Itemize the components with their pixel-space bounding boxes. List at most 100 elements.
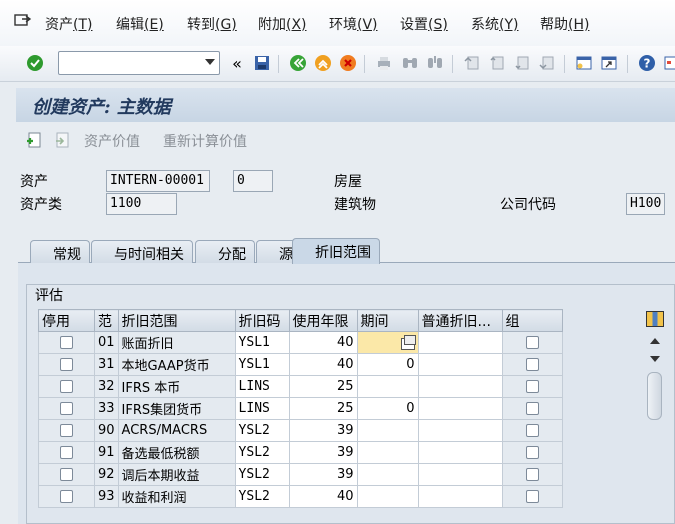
useful-life-field[interactable]: 40: [288, 485, 358, 508]
create-session-icon[interactable]: [574, 53, 594, 73]
value-help-icon[interactable]: [400, 334, 416, 350]
deactivate-checkbox[interactable]: [60, 380, 73, 393]
deactivate-checkbox[interactable]: [60, 402, 73, 415]
deactivate-checkbox[interactable]: [60, 468, 73, 481]
next-page-icon[interactable]: [512, 53, 532, 73]
tab-allocations[interactable]: 分配: [195, 240, 255, 263]
ord-dep-start-field[interactable]: [417, 441, 503, 464]
useful-life-field[interactable]: 39: [288, 463, 358, 486]
history-icon[interactable]: «: [227, 53, 247, 73]
dep-key-field[interactable]: YSL1: [234, 331, 290, 354]
period-field[interactable]: 0: [356, 397, 419, 420]
menu-edit[interactable]: 编辑(E): [116, 14, 164, 34]
first-page-icon[interactable]: [462, 53, 482, 73]
dep-key-field[interactable]: LINS: [234, 397, 290, 420]
find-next-icon[interactable]: [425, 53, 445, 73]
asset-class-field[interactable]: 1100: [106, 193, 177, 215]
column-header[interactable]: 期间: [356, 309, 419, 332]
system-menu-icon[interactable]: [14, 14, 32, 28]
menu-settings[interactable]: 设置(S): [400, 14, 448, 34]
menu-extras[interactable]: 附加(X): [258, 14, 307, 34]
tab-time-dependent[interactable]: 与时间相关: [91, 240, 193, 263]
group-checkbox[interactable]: [525, 424, 539, 437]
group-checkbox[interactable]: [525, 490, 539, 503]
scrollbar-thumb[interactable]: [647, 372, 662, 420]
last-page-icon[interactable]: [537, 53, 557, 73]
group-checkbox[interactable]: [525, 446, 539, 459]
help-icon[interactable]: ?: [637, 53, 657, 73]
deactivate-checkbox[interactable]: [60, 358, 73, 371]
dep-key-field[interactable]: YSL2: [234, 419, 290, 442]
save-icon[interactable]: [252, 53, 272, 73]
new-asset-icon[interactable]: [26, 132, 42, 152]
find-icon[interactable]: [400, 53, 420, 73]
column-header[interactable]: 组: [501, 309, 563, 332]
customize-icon[interactable]: [661, 53, 675, 73]
company-code-field[interactable]: H100: [626, 193, 665, 215]
prev-page-icon[interactable]: [487, 53, 507, 73]
column-header[interactable]: 折旧范围: [117, 309, 236, 332]
group-checkbox[interactable]: [525, 358, 539, 371]
copy-asset-icon[interactable]: [54, 132, 70, 152]
scroll-up-icon[interactable]: [650, 338, 660, 344]
asset-subnumber-field[interactable]: 0: [233, 170, 273, 192]
menu-system[interactable]: 系统(Y): [471, 14, 518, 34]
group-checkbox[interactable]: [525, 336, 539, 349]
ord-dep-start-field[interactable]: [417, 375, 503, 398]
column-header[interactable]: 使用年限: [288, 309, 358, 332]
enter-icon[interactable]: [25, 53, 45, 73]
period-field[interactable]: [356, 441, 419, 464]
tab-general[interactable]: 常规: [30, 240, 90, 263]
asset-values-button[interactable]: 资产价值: [84, 131, 140, 151]
deactivate-checkbox[interactable]: [60, 446, 73, 459]
menu-help[interactable]: 帮助(H): [540, 14, 589, 34]
period-field[interactable]: [356, 419, 419, 442]
dep-key-field[interactable]: YSL2: [234, 485, 290, 508]
dep-key-field[interactable]: YSL1: [234, 353, 290, 376]
command-field[interactable]: [58, 51, 220, 75]
dep-key-field[interactable]: YSL2: [234, 463, 290, 486]
dep-key-field[interactable]: YSL2: [234, 441, 290, 464]
useful-life-field[interactable]: 40: [288, 331, 358, 354]
exit-icon[interactable]: [313, 53, 333, 73]
menu-goto[interactable]: 转到(G): [187, 14, 237, 34]
column-header[interactable]: 范: [94, 309, 119, 332]
recalculate-values-button[interactable]: 重新计算价值: [163, 131, 247, 151]
useful-life-field[interactable]: 25: [288, 375, 358, 398]
asset-number-field[interactable]: INTERN-00001: [106, 170, 210, 192]
ord-dep-start-field[interactable]: [417, 353, 503, 376]
menu-asset[interactable]: 资产(T): [45, 14, 92, 34]
group-checkbox[interactable]: [525, 402, 539, 415]
period-field[interactable]: 0: [356, 353, 419, 376]
useful-life-field[interactable]: 39: [288, 419, 358, 442]
cancel-icon[interactable]: [338, 53, 358, 73]
chevron-down-icon[interactable]: [205, 59, 215, 65]
period-field[interactable]: [356, 375, 419, 398]
deactivate-checkbox[interactable]: [60, 490, 73, 503]
back-icon[interactable]: [288, 53, 308, 73]
useful-life-field[interactable]: 40: [288, 353, 358, 376]
group-checkbox[interactable]: [525, 380, 539, 393]
shortcut-icon[interactable]: [599, 53, 619, 73]
column-header[interactable]: 折旧码: [234, 309, 290, 332]
ord-dep-start-field[interactable]: [417, 331, 503, 354]
menu-environment[interactable]: 环境(V): [329, 14, 378, 34]
deactivate-checkbox[interactable]: [60, 424, 73, 437]
deactivate-checkbox[interactable]: [60, 336, 73, 349]
scroll-down-icon[interactable]: [650, 356, 660, 362]
period-field[interactable]: [356, 485, 419, 508]
dep-key-field[interactable]: LINS: [234, 375, 290, 398]
column-header[interactable]: 普通折旧...: [417, 309, 503, 332]
ord-dep-start-field[interactable]: [417, 463, 503, 486]
useful-life-field[interactable]: 25: [288, 397, 358, 420]
useful-life-field[interactable]: 39: [288, 441, 358, 464]
period-field[interactable]: [356, 331, 419, 354]
ord-dep-start-field[interactable]: [417, 397, 503, 420]
column-header[interactable]: 停用: [38, 309, 95, 332]
ord-dep-start-field[interactable]: [417, 485, 503, 508]
ord-dep-start-field[interactable]: [417, 419, 503, 442]
print-icon[interactable]: [374, 53, 394, 73]
tab-depreciation-areas[interactable]: 折旧范围: [292, 238, 380, 264]
group-checkbox[interactable]: [525, 468, 539, 481]
period-field[interactable]: [356, 463, 419, 486]
